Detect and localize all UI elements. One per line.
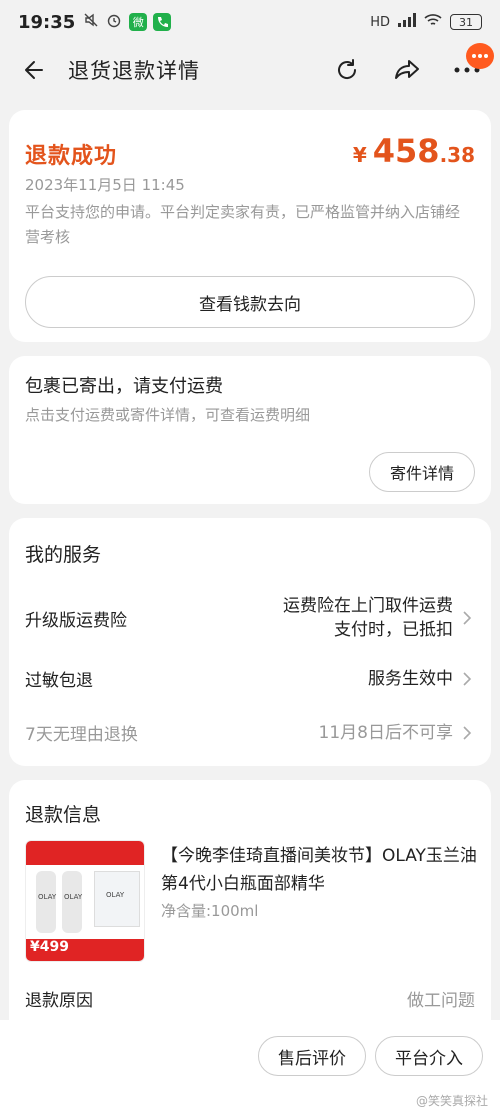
message-notification-icon[interactable] <box>466 43 494 69</box>
refund-amount: ¥458.38 <box>353 132 475 170</box>
after-sale-review-button[interactable]: 售后评价 <box>258 1036 366 1076</box>
refund-status-card: 退款成功 ¥458.38 2023年11月5日 11:45 平台支持您的申请。平… <box>9 110 491 342</box>
service-value: 11月8日后不可享 <box>318 722 453 743</box>
thumbnail-price: ¥499 <box>30 939 69 955</box>
product-thumbnail[interactable]: OLAY OLAY OLAY ¥499 <box>25 840 145 962</box>
service-value: 服务生效中 <box>368 668 453 689</box>
currency-symbol: ¥ <box>352 143 367 167</box>
share-icon[interactable] <box>392 55 422 85</box>
refund-reason-row: 退款原因 做工问题 <box>25 986 475 1011</box>
refund-date: 2023年11月5日 11:45 <box>25 176 185 194</box>
my-services-card: 我的服务 升级版运费险 运费险在上门取件运费 支付时，已抵扣 过敏包退 服务生效… <box>9 518 491 766</box>
shipping-details-button[interactable]: 寄件详情 <box>369 452 475 492</box>
refund-info-card: 退款信息 OLAY OLAY OLAY ¥499 【今晚李佳琦直播间美妆节】OL… <box>9 780 491 1020</box>
bottom-action-bar: 售后评价 平台介入 @笑笑真探社 <box>0 1020 500 1111</box>
status-time: 19:35 <box>18 11 76 33</box>
service-row-shipping-insurance[interactable]: 升级版运费险 运费险在上门取件运费 支付时，已抵扣 <box>25 594 475 642</box>
service-row-7day-return[interactable]: 7天无理由退换 11月8日后不可享 <box>25 720 475 745</box>
service-label: 7天无理由退换 <box>25 725 138 745</box>
header-bar: 退货退款详情 <box>0 43 500 96</box>
wechat-icon: 微 <box>129 13 148 31</box>
status-bar: 19:35 微 HD 31 <box>0 0 500 44</box>
services-title: 我的服务 <box>25 544 102 566</box>
call-icon <box>153 13 172 31</box>
refund-reason-value: 做工问题 <box>407 991 475 1011</box>
refund-status: 退款成功 <box>25 144 118 169</box>
refresh-icon[interactable] <box>332 55 362 85</box>
amount-integer: 458 <box>372 132 440 170</box>
alarm-icon <box>106 12 122 32</box>
mute-icon <box>83 12 99 32</box>
more-icon[interactable] <box>452 43 494 85</box>
product-name[interactable]: 【今晚李佳琦直播间美妆节】OLAY玉兰油第4代小白瓶面部精华 <box>161 842 477 898</box>
chevron-right-icon <box>459 671 475 687</box>
chevron-right-icon <box>459 610 475 626</box>
chevron-right-icon <box>459 725 475 741</box>
watermark: @笑笑真探社 <box>415 1094 488 1108</box>
network-label: HD <box>370 14 390 30</box>
package-description: 点击支付运费或寄件详情，可查看运费明细 <box>25 406 311 424</box>
refund-description: 平台支持您的申请。平台判定卖家有责，已严格监管并纳入店铺经营考核 <box>25 203 461 246</box>
service-value-line1: 运费险在上门取件运费 <box>283 596 453 616</box>
service-row-allergy-return[interactable]: 过敏包退 服务生效中 <box>25 666 475 691</box>
back-arrow-icon[interactable] <box>18 55 48 85</box>
service-label: 升级版运费险 <box>25 610 127 631</box>
package-title: 包裹已寄出，请支付运费 <box>25 376 223 397</box>
platform-intervention-button[interactable]: 平台介入 <box>375 1036 483 1076</box>
product-spec: 净含量:100ml <box>161 902 259 920</box>
package-card: 包裹已寄出，请支付运费 点击支付运费或寄件详情，可查看运费明细 寄件详情 <box>9 356 491 504</box>
amount-decimal: .38 <box>439 143 475 167</box>
wifi-icon <box>424 13 442 31</box>
service-label: 过敏包退 <box>25 671 93 691</box>
service-value-line2: 支付时，已抵扣 <box>334 620 453 640</box>
refund-info-title: 退款信息 <box>25 804 102 826</box>
refund-reason-label: 退款原因 <box>25 991 93 1011</box>
battery-indicator: 31 <box>450 14 482 30</box>
signal-icon <box>398 13 416 31</box>
service-value: 运费险在上门取件运费 支付时，已抵扣 <box>283 594 453 642</box>
view-money-flow-button[interactable]: 查看钱款去向 <box>25 276 475 328</box>
page-title: 退货退款详情 <box>68 59 200 83</box>
